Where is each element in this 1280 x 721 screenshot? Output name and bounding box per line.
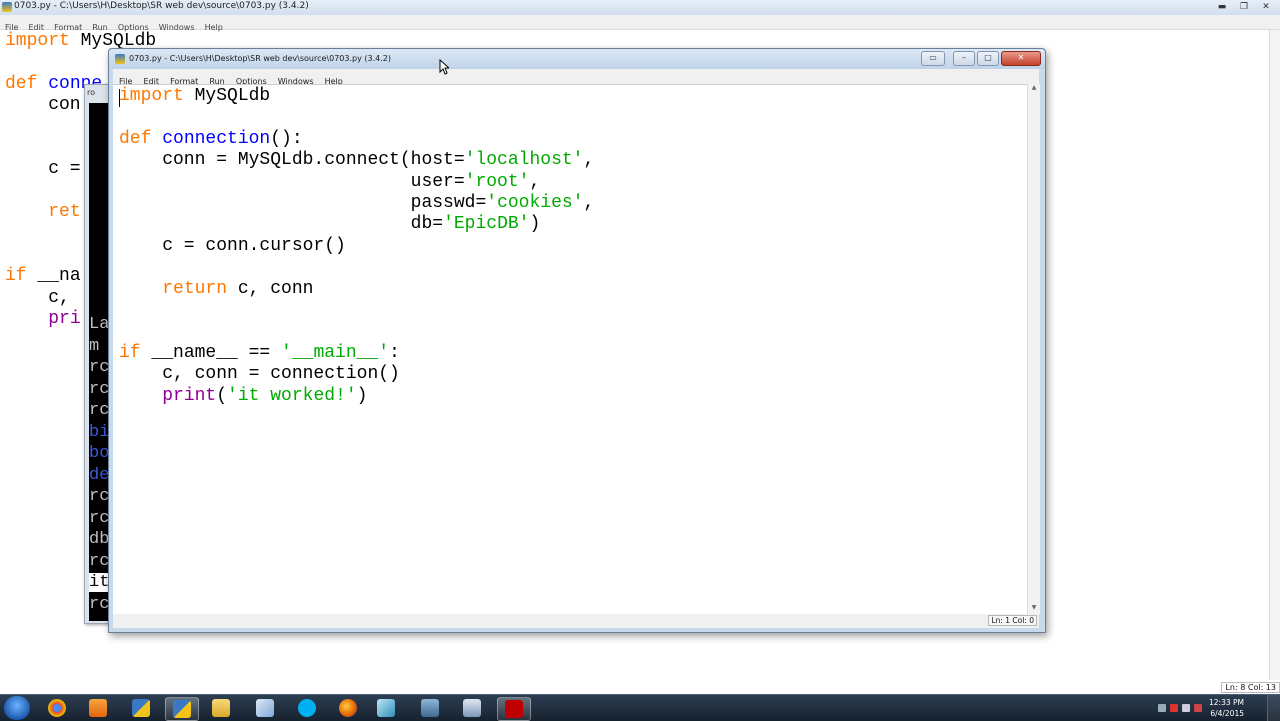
- editor-icon: [377, 699, 395, 717]
- editor-window: 0703.py - C:\Users\H\Desktop\SR web dev\…: [108, 48, 1046, 633]
- code-text[interactable]: import MySQLdb def connection(): conn = …: [119, 86, 594, 407]
- tray-arrow-icon[interactable]: [1158, 704, 1166, 712]
- clock-time[interactable]: 12:33 PM: [1209, 698, 1244, 707]
- firefox-icon: [339, 699, 357, 717]
- python-idle-taskbar-button[interactable]: [165, 697, 199, 721]
- media-player-taskbar-button[interactable]: [82, 697, 114, 719]
- python-tool-icon: [463, 699, 481, 717]
- chrome-icon: [48, 699, 66, 717]
- editor-titlebar[interactable]: 0703.py - C:\Users\H\Desktop\SR web dev\…: [109, 49, 1045, 69]
- background-scrollbar[interactable]: [1269, 30, 1280, 680]
- python-app-icon: [115, 54, 125, 64]
- python-taskbar-button[interactable]: [125, 697, 157, 719]
- python-icon: [132, 699, 150, 717]
- file-explorer-taskbar-button[interactable]: [205, 697, 237, 719]
- taskbar: 12:33 PM 6/4/2015: [0, 694, 1280, 721]
- editor-window-title: 0703.py - C:\Users\H\Desktop\SR web dev\…: [129, 54, 391, 63]
- code-editor[interactable]: import MySQLdb def connection(): conn = …: [113, 84, 1027, 615]
- system-tray: 12:33 PM 6/4/2015: [1150, 695, 1280, 721]
- mouse-pointer-icon: [439, 59, 449, 75]
- show-desktop-button[interactable]: [1267, 695, 1280, 721]
- close-button[interactable]: ✕: [1001, 51, 1041, 66]
- minimize-icon[interactable]: ▬: [1212, 1, 1232, 13]
- minimize-button[interactable]: –: [953, 51, 975, 66]
- python-idle-icon: [173, 700, 191, 718]
- network-status-icon[interactable]: [1182, 704, 1190, 712]
- maximize-button[interactable]: □: [977, 51, 999, 66]
- text-caret: [119, 89, 120, 107]
- skype-taskbar-button[interactable]: [291, 697, 323, 719]
- scroll-down-icon[interactable]: ▼: [1028, 604, 1040, 614]
- menu-help[interactable]: Help: [205, 23, 223, 32]
- python-tool-taskbar-button[interactable]: [456, 697, 488, 719]
- notepad-icon: [256, 699, 274, 717]
- background-window-title: 0703.py - C:\Users\H\Desktop\SR web dev\…: [14, 1, 309, 11]
- code-keyword: import: [5, 31, 70, 51]
- skype-icon: [298, 699, 316, 717]
- editor-menubar: File Edit Format Run Options Windows Hel…: [113, 69, 1039, 86]
- folder-icon: [212, 699, 230, 717]
- terminal-title: ro: [87, 88, 96, 97]
- cursor-position: Ln: 1 Col: 0: [988, 615, 1037, 626]
- media-player-icon: [89, 699, 107, 717]
- scroll-up-icon[interactable]: ▲: [1028, 84, 1040, 94]
- tray-app-icon[interactable]: [1170, 704, 1178, 712]
- restore-small-icon[interactable]: ▭: [921, 51, 945, 66]
- clock-date[interactable]: 6/4/2015: [1210, 709, 1244, 718]
- background-status-position: Ln: 8 Col: 13: [1221, 682, 1280, 693]
- chrome-taskbar-button[interactable]: [41, 697, 73, 719]
- firefox-taskbar-button[interactable]: [332, 697, 364, 719]
- notepad-taskbar-button[interactable]: [249, 697, 281, 719]
- network-icon: [421, 699, 439, 717]
- maximize-icon[interactable]: ❐: [1234, 1, 1254, 13]
- network-taskbar-button[interactable]: [414, 697, 446, 719]
- editor-statusbar: Ln: 1 Col: 0: [113, 614, 1039, 628]
- python-app-icon: [2, 2, 12, 12]
- menu-windows[interactable]: Windows: [159, 23, 195, 32]
- filezilla-icon: [505, 700, 523, 718]
- background-menubar: File Edit Format Run Options Windows Hel…: [0, 15, 1280, 32]
- start-button[interactable]: [4, 696, 30, 720]
- close-icon[interactable]: ✕: [1256, 1, 1276, 13]
- background-titlebar[interactable]: 0703.py - C:\Users\H\Desktop\SR web dev\…: [0, 0, 1280, 16]
- volume-icon[interactable]: [1194, 704, 1202, 712]
- filezilla-taskbar-button[interactable]: [497, 697, 531, 721]
- editor-taskbar-button[interactable]: [370, 697, 402, 719]
- vertical-scrollbar[interactable]: ▲ ▼: [1027, 84, 1040, 614]
